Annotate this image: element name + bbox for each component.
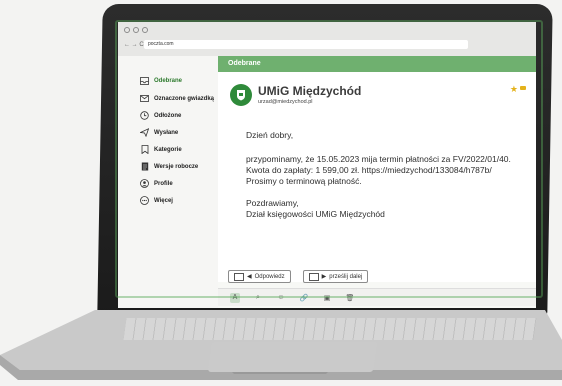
- tag-icon[interactable]: [520, 86, 526, 90]
- email-line-1: przypominamy, że 15.05.2023 mija termin …: [246, 154, 511, 164]
- send-icon: [140, 128, 149, 137]
- envelope-icon: [308, 272, 319, 281]
- sender-logo-icon: [230, 84, 252, 106]
- main-pane: Odebrane UMiG Międzychód urzad@miedzycho…: [218, 56, 536, 308]
- reply-arrow-icon: ◀: [247, 274, 252, 280]
- sender-email: urzad@miedzychod.pl: [258, 99, 313, 105]
- sidebar-item-label: Odłożone: [154, 112, 182, 119]
- draft-icon: [140, 162, 149, 171]
- sidebar-item-wersje-robocze[interactable]: Wersje robocze: [140, 162, 198, 171]
- sidebar-item-wiecej[interactable]: Więcej: [140, 196, 173, 205]
- sidebar-item-label: Odebrane: [154, 77, 183, 84]
- keyboard: [123, 318, 537, 340]
- sidebar-item-label: Więcej: [154, 197, 173, 204]
- sidebar-item-label: Kategorie: [154, 146, 182, 153]
- browser-nav: ← → C: [124, 42, 144, 48]
- inbox-icon: [140, 76, 149, 85]
- address-bar[interactable]: poczta.com: [144, 40, 468, 49]
- email-line-2: Kwota do zapłaty: 1 599,00 zł. https://m…: [246, 165, 492, 175]
- envelope-icon: [234, 272, 244, 281]
- bookmark-icon: [140, 145, 149, 154]
- email-message: UMiG Międzychód urzad@miedzychod.pl ★ Dz…: [218, 72, 536, 282]
- forward-icon[interactable]: →: [132, 42, 138, 48]
- sidebar-item-label: Oznaczone gwiazdką: [154, 95, 215, 102]
- sidebar-item-label: Wysłane: [154, 129, 179, 136]
- sidebar-item-label: Profile: [154, 180, 173, 187]
- email-closing: Pozdrawiamy,: [246, 198, 299, 208]
- sidebar-item-wyslane[interactable]: Wysłane: [140, 128, 178, 137]
- window-controls[interactable]: [124, 27, 148, 33]
- sidebar-item-odebrane[interactable]: Odebrane: [140, 76, 182, 85]
- sidebar-item-kategorie[interactable]: Kategorie: [140, 145, 182, 154]
- star-icon[interactable]: ★: [510, 84, 518, 95]
- forward-label: prześlij dalej: [329, 273, 363, 280]
- email-greeting: Dzień dobry,: [246, 130, 294, 140]
- message-actions: ◀ Odpowiedz ▶ prześlij dalej: [228, 270, 369, 283]
- laptop-screen: ← → C poczta.com Odebrane Oznaczone gwia…: [118, 22, 536, 308]
- browser-bar: ← → C poczta.com: [118, 22, 536, 57]
- sidebar: Odebrane Oznaczone gwiazdką Odłożone Wys…: [118, 56, 219, 308]
- reply-button[interactable]: ◀ Odpowiedz: [228, 270, 291, 283]
- close-dot-icon[interactable]: [124, 27, 130, 33]
- maximize-dot-icon[interactable]: [142, 27, 148, 33]
- sidebar-item-oznaczone[interactable]: Oznaczone gwiazdką: [140, 94, 214, 103]
- minimize-dot-icon[interactable]: [133, 27, 139, 33]
- email-line-3: Prosimy o terminową płatność.: [246, 176, 362, 186]
- back-icon[interactable]: ←: [124, 42, 130, 48]
- reply-label: Odpowiedz: [254, 273, 285, 280]
- person-icon: [140, 179, 149, 188]
- sidebar-item-profile[interactable]: Profile: [140, 179, 173, 188]
- sidebar-item-label: Wersje robocze: [154, 163, 199, 170]
- clock-icon: [140, 111, 149, 120]
- sender-name: UMiG Międzychód: [258, 84, 362, 98]
- forward-arrow-icon: ▶: [321, 274, 327, 280]
- sidebar-item-odlozone[interactable]: Odłożone: [140, 111, 181, 120]
- email-signature: Dział księgowości UMiG Międzychód: [246, 209, 385, 219]
- mail-icon: [140, 94, 149, 103]
- more-icon: [140, 196, 149, 205]
- forward-button[interactable]: ▶ prześlij dalej: [302, 270, 369, 283]
- folder-title: Odebrane: [218, 56, 536, 72]
- touchpad[interactable]: [207, 342, 378, 372]
